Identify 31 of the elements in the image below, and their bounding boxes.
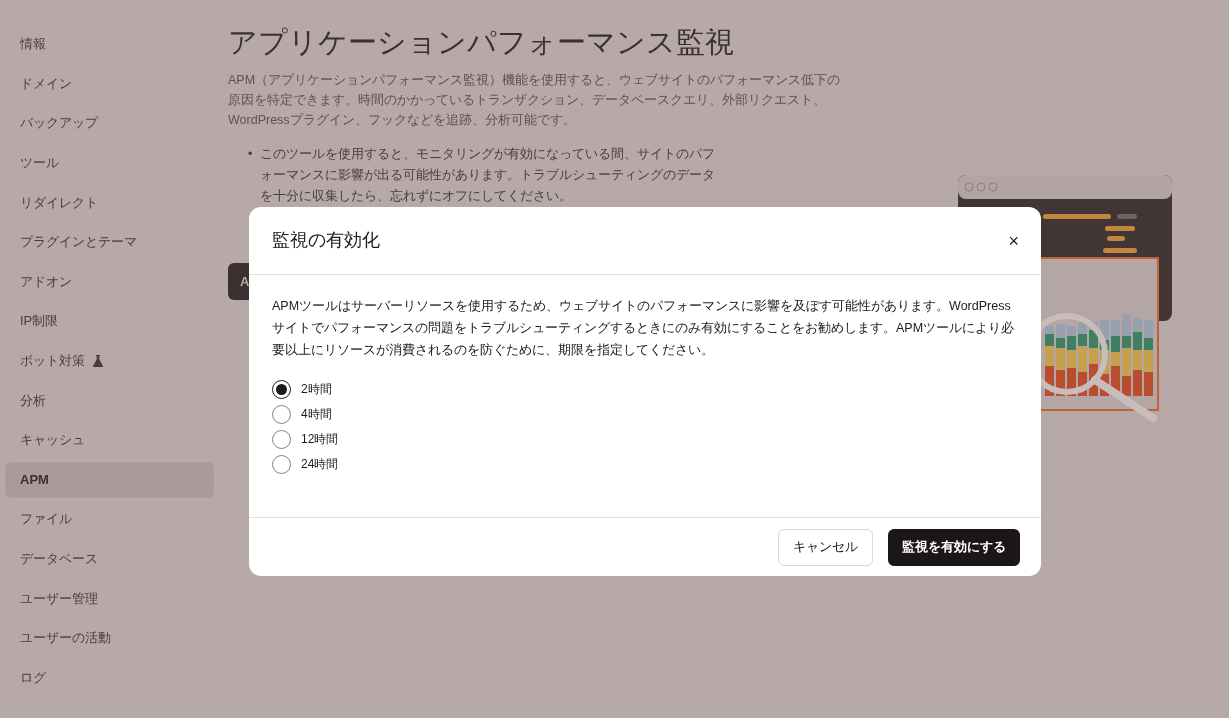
- sidebar-item[interactable]: IP制限: [5, 303, 214, 340]
- bullet-text: このツールを使用すると、モニタリングが有効になっている間、サイトのパフォーマンスに影響が出る可能性があります。トラブルシューティングのデータを十分に収集したら、忘れずにオフにしてください。: [260, 146, 717, 205]
- bullet-marker: •: [248, 146, 253, 163]
- radio-option[interactable]: 2時間: [272, 379, 1019, 399]
- sidebar-item[interactable]: ログ: [5, 659, 214, 696]
- sidebar-item[interactable]: リダイレクト: [5, 184, 214, 221]
- sidebar-item[interactable]: ユーザーの活動: [5, 619, 214, 656]
- radio-option[interactable]: 4時間: [272, 404, 1019, 424]
- cancel-button[interactable]: キャンセル: [778, 528, 873, 566]
- sidebar-item[interactable]: キャッシュ: [5, 421, 214, 458]
- radio-option[interactable]: 12時間: [272, 429, 1019, 449]
- sidebar-item[interactable]: ユーザー管理: [5, 580, 214, 617]
- page-description: APM（アプリケーションパフォーマンス監視）機能を使用すると、ウェブサイトのパフォーマンス低下の原因を特定できます。時間のかかっているトランザクション、データベースクエリ、外部リクエスト、WordPressプラグイン、フックなどを追跡、分析可能です。: [228, 72, 842, 129]
- sidebar-item[interactable]: ツール: [5, 144, 214, 181]
- sidebar-item[interactable]: アドオン: [5, 263, 214, 300]
- sidebar-item[interactable]: プラグインとテーマ: [5, 223, 214, 260]
- sidebar-item[interactable]: 情報: [5, 26, 214, 62]
- sidebar-item[interactable]: バックアップ: [5, 105, 214, 142]
- sidebar-item[interactable]: 分析: [5, 382, 214, 419]
- sidebar-item[interactable]: ボット対策: [5, 342, 214, 379]
- flask-icon: [93, 354, 103, 367]
- page-title: アプリケーションパフォーマンス監視: [228, 25, 735, 60]
- sidebar-item[interactable]: ファイル: [5, 501, 214, 538]
- sidebar-item[interactable]: APM: [5, 461, 214, 498]
- close-button[interactable]: ×: [1008, 231, 1019, 250]
- dialog-title: 監視の有効化: [272, 229, 380, 252]
- dialog-message: APMツールはサーバーリソースを使用するため、ウェブサイトのパフォーマンスに影響を及ぼす可能性があります。WordPressサイトでパフォーマンスの問題をトラブルシューティングするときにのみ有効にすることをお勧めします。APMツールにより必要以上にリソースが消費されるのを防ぐために、期限を指定してください。: [272, 298, 1016, 359]
- sidebar-item[interactable]: ドメイン: [5, 65, 214, 102]
- sidebar-item[interactable]: データベース: [5, 540, 214, 577]
- enable-button[interactable]: 監視を有効にする: [888, 528, 1020, 566]
- radio-option[interactable]: 24時間: [272, 454, 1019, 474]
